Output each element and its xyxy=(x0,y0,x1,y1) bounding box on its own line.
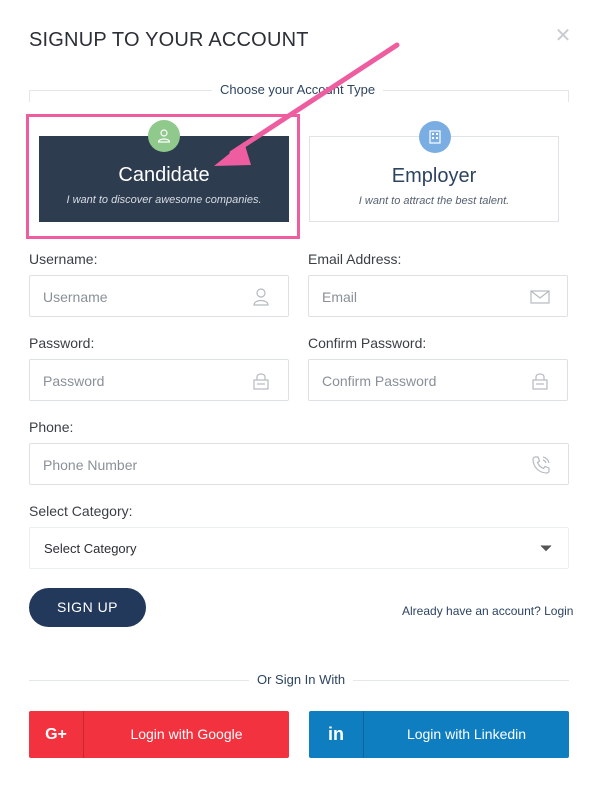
category-select[interactable]: Select Category xyxy=(29,527,569,569)
employer-subtitle: I want to attract the best talent. xyxy=(358,195,510,207)
envelope-icon xyxy=(530,290,550,304)
email-placeholder: Email xyxy=(322,289,358,305)
password-field[interactable]: Password xyxy=(29,359,289,401)
signup-button[interactable]: SIGN UP xyxy=(29,588,146,627)
phone-label: Phone: xyxy=(29,419,74,435)
password-label: Password: xyxy=(29,335,95,351)
employer-title: Employer xyxy=(391,165,477,187)
linkedin-login-button[interactable]: in Login with Linkedin xyxy=(309,711,569,758)
username-placeholder: Username xyxy=(43,289,108,305)
building-icon xyxy=(419,121,451,153)
google-login-button[interactable]: G+ Login with Google xyxy=(29,711,289,758)
modal-title: SIGNUP TO YOUR ACCOUNT xyxy=(29,29,309,51)
email-label: Email Address: xyxy=(308,251,402,267)
social-divider-text: Or Sign In With xyxy=(249,672,354,687)
linkedin-login-label: Login with Linkedin xyxy=(406,726,527,742)
confirm-password-placeholder: Confirm Password xyxy=(322,373,437,389)
signup-modal: SIGNUP TO YOUR ACCOUNT ✕ Choose your Acc… xyxy=(0,0,598,802)
chevron-down-icon xyxy=(540,545,552,552)
phone-placeholder: Phone Number xyxy=(43,457,138,473)
lock-icon xyxy=(532,373,548,390)
google-login-label: Login with Google xyxy=(130,726,243,742)
phone-field[interactable]: Phone Number xyxy=(29,443,569,485)
google-plus-icon: G+ xyxy=(29,711,83,758)
confirm-password-field[interactable]: Confirm Password xyxy=(308,359,568,401)
account-type-legend: Choose your Account Type xyxy=(212,82,384,97)
email-field[interactable]: Email xyxy=(308,275,568,317)
google-plus-icon-text: G+ xyxy=(45,725,67,743)
login-link[interactable]: Already have an account? Login xyxy=(402,604,573,618)
lock-icon xyxy=(253,373,269,390)
linkedin-icon: in xyxy=(309,711,363,758)
phone-icon xyxy=(532,456,550,474)
username-label: Username: xyxy=(29,251,98,267)
highlight-box xyxy=(26,114,300,239)
category-value: Select Category xyxy=(44,541,137,556)
account-type-employer[interactable]: Employer I want to attract the best tale… xyxy=(309,121,559,222)
username-field[interactable]: Username xyxy=(29,275,289,317)
linkedin-icon-text: in xyxy=(328,724,344,744)
close-icon[interactable]: ✕ xyxy=(553,26,573,46)
category-label: Select Category: xyxy=(29,503,133,519)
confirm-password-label: Confirm Password: xyxy=(308,335,427,351)
user-icon xyxy=(253,288,269,306)
password-placeholder: Password xyxy=(43,373,105,389)
